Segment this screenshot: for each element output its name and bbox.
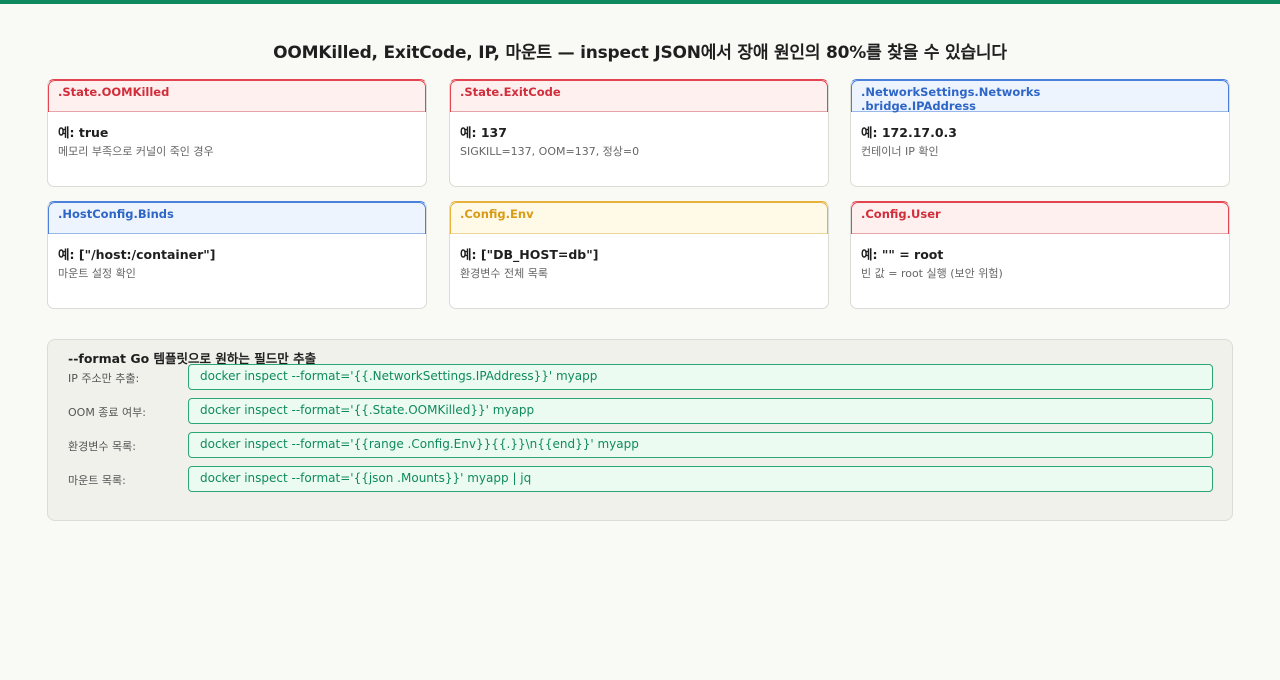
card-example: 예: ["/host:/container"] [58, 247, 216, 262]
card-description: 환경변수 전체 목록 [460, 267, 548, 280]
command-ip[interactable]: docker inspect --format='{{.NetworkSetti… [188, 364, 1213, 390]
page-title: OOMKilled, ExitCode, IP, 마운트 — inspect J… [273, 43, 1007, 63]
format-template-panel: --format Go 템플릿으로 원하는 필드만 추출 IP 주소만 추출: … [47, 339, 1233, 521]
row-label-oom: OOM 종료 여부: [68, 406, 146, 419]
card-example: 예: "" = root [861, 247, 944, 262]
card-config-env: .Config.Env 예: ["DB_HOST=db"] 환경변수 전체 목록 [449, 201, 829, 309]
card-config-user: .Config.User 예: "" = root 빈 값 = root 실행 … [850, 201, 1230, 309]
command-mounts[interactable]: docker inspect --format='{{json .Mounts}… [188, 466, 1213, 492]
card-state-oomkilled: .State.OOMKilled 예: true 메모리 부족으로 커널이 죽인… [47, 79, 427, 187]
row-label-ip: IP 주소만 추출: [68, 372, 140, 385]
card-example: 예: ["DB_HOST=db"] [460, 247, 599, 262]
card-key: .NetworkSettings.Networks .bridge.IPAddr… [861, 85, 1041, 113]
top-accent-bar [0, 0, 1280, 4]
card-description: SIGKILL=137, OOM=137, 정상=0 [460, 145, 640, 158]
card-description: 메모리 부족으로 커널이 죽인 경우 [58, 145, 214, 158]
card-state-exitcode: .State.ExitCode 예: 137 SIGKILL=137, OOM=… [449, 79, 829, 187]
command-oom[interactable]: docker inspect --format='{{.State.OOMKil… [188, 398, 1213, 424]
row-label-env: 환경변수 목록: [68, 440, 136, 453]
card-key: .State.ExitCode [460, 85, 561, 99]
command-env[interactable]: docker inspect --format='{{range .Config… [188, 432, 1213, 458]
card-description: 컨테이너 IP 확인 [861, 145, 939, 158]
card-example: 예: 172.17.0.3 [861, 125, 957, 140]
card-example: 예: true [58, 125, 109, 140]
card-key: .Config.User [861, 207, 941, 221]
card-hostconfig-binds: .HostConfig.Binds 예: ["/host:/container"… [47, 201, 427, 309]
card-example: 예: 137 [460, 125, 507, 140]
card-key: .Config.Env [460, 207, 534, 221]
card-network-ipaddress: .NetworkSettings.Networks .bridge.IPAddr… [850, 79, 1230, 187]
row-label-mounts: 마운트 목록: [68, 474, 126, 487]
card-key: .HostConfig.Binds [58, 207, 174, 221]
card-description: 마운트 설정 확인 [58, 267, 136, 280]
card-key: .State.OOMKilled [58, 85, 170, 99]
card-description: 빈 값 = root 실행 (보안 위험) [861, 267, 1003, 280]
